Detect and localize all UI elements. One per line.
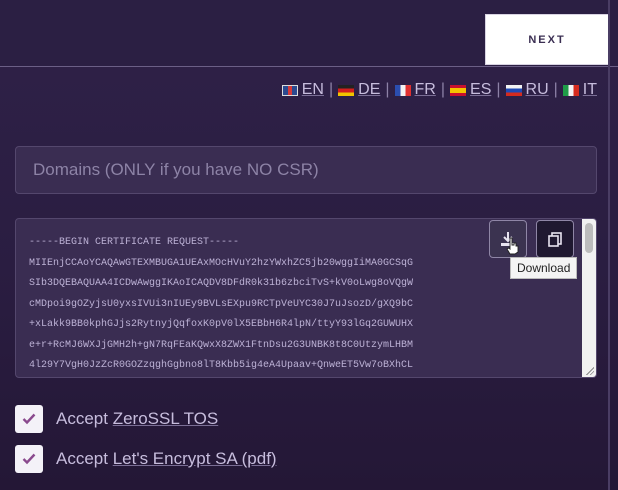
accept-zerossl-tos-row[interactable]: Accept ZeroSSL TOS <box>15 405 218 433</box>
language-link-fr[interactable]: FR <box>394 81 436 99</box>
copy-button[interactable] <box>536 220 574 258</box>
language-code: IT <box>582 81 597 98</box>
label-prefix: Accept <box>56 409 113 428</box>
top-navigation-bar: NEXT <box>0 0 618 67</box>
accept-sa-label: Accept Let's Encrypt SA (pdf) <box>56 449 277 469</box>
flag-ru-icon <box>505 84 522 96</box>
language-code: DE <box>358 81 381 98</box>
resize-handle-icon[interactable] <box>585 366 594 375</box>
accept-tos-checkbox[interactable] <box>15 405 43 433</box>
language-code: FR <box>414 81 436 98</box>
language-link-it[interactable]: IT <box>562 81 597 99</box>
zerossl-tos-link[interactable]: ZeroSSL TOS <box>113 409 219 428</box>
accept-tos-label: Accept ZeroSSL TOS <box>56 409 218 429</box>
language-link-en[interactable]: EN <box>281 81 324 99</box>
csr-text[interactable]: -----BEGIN CERTIFICATE REQUEST----- MIIE… <box>29 233 499 377</box>
language-code: RU <box>525 81 549 98</box>
checkmark-icon <box>22 413 36 425</box>
flag-es-icon <box>450 84 467 96</box>
accept-sa-checkbox[interactable] <box>15 445 43 473</box>
language-separator: | <box>553 81 558 98</box>
language-code: ES <box>470 81 492 98</box>
flag-it-icon <box>562 84 579 96</box>
accept-letsencrypt-sa-row[interactable]: Accept Let's Encrypt SA (pdf) <box>15 445 277 473</box>
flag-en-icon <box>281 84 298 96</box>
domains-input[interactable] <box>15 146 597 194</box>
flag-fr-icon <box>394 84 411 96</box>
language-link-ru[interactable]: RU <box>505 81 549 99</box>
language-separator: | <box>385 81 390 98</box>
language-separator: | <box>440 81 446 98</box>
csr-scrollbar[interactable] <box>582 219 596 377</box>
next-button[interactable]: NEXT <box>485 14 609 65</box>
language-selector: EN | DE | FR | ES | RU | IT <box>281 80 597 100</box>
scrollbar-thumb[interactable] <box>585 223 593 253</box>
label-prefix: Accept <box>56 449 113 468</box>
language-separator: | <box>496 81 501 98</box>
language-code: EN <box>301 81 324 98</box>
flag-de-icon <box>338 84 355 96</box>
download-tooltip: Download <box>510 257 578 279</box>
language-separator: | <box>328 81 334 98</box>
language-link-de[interactable]: DE <box>338 81 380 99</box>
language-link-es[interactable]: ES <box>450 81 491 99</box>
letsencrypt-sa-link[interactable]: Let's Encrypt SA (pdf) <box>113 449 277 468</box>
copy-icon <box>548 232 562 247</box>
hand-cursor-icon <box>506 237 519 255</box>
panel-edge-divider <box>608 0 610 490</box>
checkmark-icon <box>22 453 36 465</box>
